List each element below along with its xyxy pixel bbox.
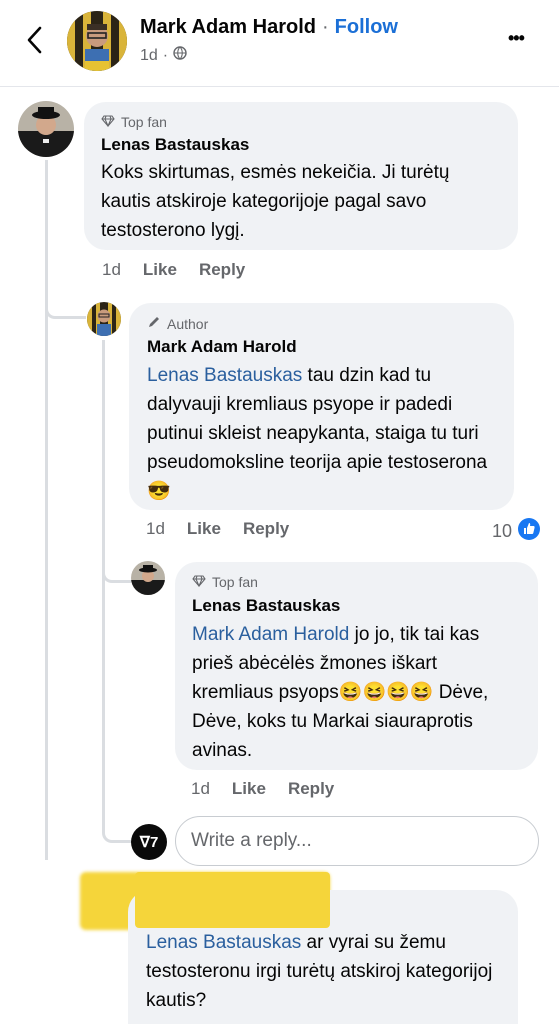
- thread-line: [45, 160, 48, 860]
- author-reply-avatar[interactable]: [87, 302, 121, 336]
- commenter-name[interactable]: Lenas Bastauskas: [101, 135, 249, 155]
- mention-link[interactable]: Lenas Bastauskas: [147, 365, 302, 386]
- reply-input[interactable]: Write a reply...: [175, 816, 539, 866]
- more-options-icon[interactable]: •••: [508, 28, 525, 49]
- globe-icon: [173, 46, 187, 65]
- like-button[interactable]: Like: [187, 519, 221, 539]
- author-badge: Author: [147, 315, 208, 332]
- commenter-avatar[interactable]: [18, 101, 74, 157]
- post-time[interactable]: 1d: [140, 47, 158, 65]
- redaction-overlay: [135, 872, 330, 928]
- badge-label: Top fan: [121, 114, 167, 130]
- current-user-avatar: ᐁ7: [131, 824, 167, 860]
- nested-reply-bubble[interactable]: Top fan Lenas Bastauskas Mark Adam Harol…: [175, 562, 538, 770]
- mention-link[interactable]: Lenas Bastauskas: [146, 932, 301, 953]
- comment-time[interactable]: 1d: [102, 260, 121, 280]
- nested-reply-actions: 1d Like Reply: [191, 779, 334, 799]
- thread-branch: [45, 270, 86, 319]
- post-header: Mark Adam Harold · Follow 1d · •••: [0, 0, 559, 87]
- reaction-number: 10: [492, 521, 513, 541]
- comment-bubble[interactable]: Top fan Lenas Bastauskas Koks skirtumas,…: [84, 102, 518, 250]
- mention-link[interactable]: Mark Adam Harold: [192, 624, 349, 645]
- reply-button[interactable]: Reply: [288, 779, 334, 799]
- reply-button[interactable]: Reply: [199, 260, 245, 280]
- separator: ·: [321, 16, 329, 38]
- commenter-avatar-small[interactable]: [131, 561, 165, 595]
- reply-bubble[interactable]: Author Mark Adam Harold Lenas Bastauskas…: [129, 303, 514, 510]
- diamond-icon: [101, 114, 115, 130]
- reply-button[interactable]: Reply: [243, 519, 289, 539]
- reaction-count[interactable]: 10: [492, 517, 541, 546]
- commenter-name[interactable]: Lenas Bastauskas: [192, 596, 340, 616]
- back-icon[interactable]: [24, 24, 46, 56]
- follow-button[interactable]: Follow: [335, 16, 398, 39]
- comment-time[interactable]: 1d: [146, 519, 165, 539]
- badge-label: Author: [167, 315, 209, 332]
- diamond-icon: [192, 574, 206, 590]
- thread-line-2: [102, 340, 105, 825]
- badge: Top fan: [101, 114, 167, 130]
- comment-text: Koks skirtumas, esmės nekeičia. Ji turėt…: [101, 162, 450, 241]
- like-button[interactable]: Like: [143, 260, 177, 280]
- comment-text: Mark Adam Harold jo jo, tik tai kas prie…: [192, 620, 522, 765]
- comment-time[interactable]: 1d: [191, 779, 210, 799]
- emoji: 😆😆😆😆: [338, 682, 434, 703]
- dot-separator: ·: [162, 46, 169, 64]
- like-reaction-icon: [517, 517, 541, 546]
- emoji: 😎: [147, 481, 171, 502]
- badge: Top fan: [192, 574, 258, 590]
- like-button[interactable]: Like: [232, 779, 266, 799]
- author-avatar[interactable]: [67, 11, 127, 71]
- reply-actions: 1d Like Reply: [146, 519, 289, 539]
- comment-text: Lenas Bastauskas tau dzin kad tu dalyvau…: [147, 361, 502, 506]
- thread-branch-2: [102, 540, 131, 583]
- pencil-icon: [147, 315, 161, 332]
- comment-actions: 1d Like Reply: [102, 260, 245, 280]
- commenter-name[interactable]: Mark Adam Harold: [147, 337, 297, 357]
- avatar-text: ᐁ7: [139, 834, 159, 851]
- author-name[interactable]: Mark Adam Harold: [140, 16, 316, 39]
- comment-text: Lenas Bastauskas ar vyrai su žemu testos…: [146, 928, 496, 1015]
- badge-label: Top fan: [212, 574, 258, 590]
- thread-branch-3: [102, 800, 131, 843]
